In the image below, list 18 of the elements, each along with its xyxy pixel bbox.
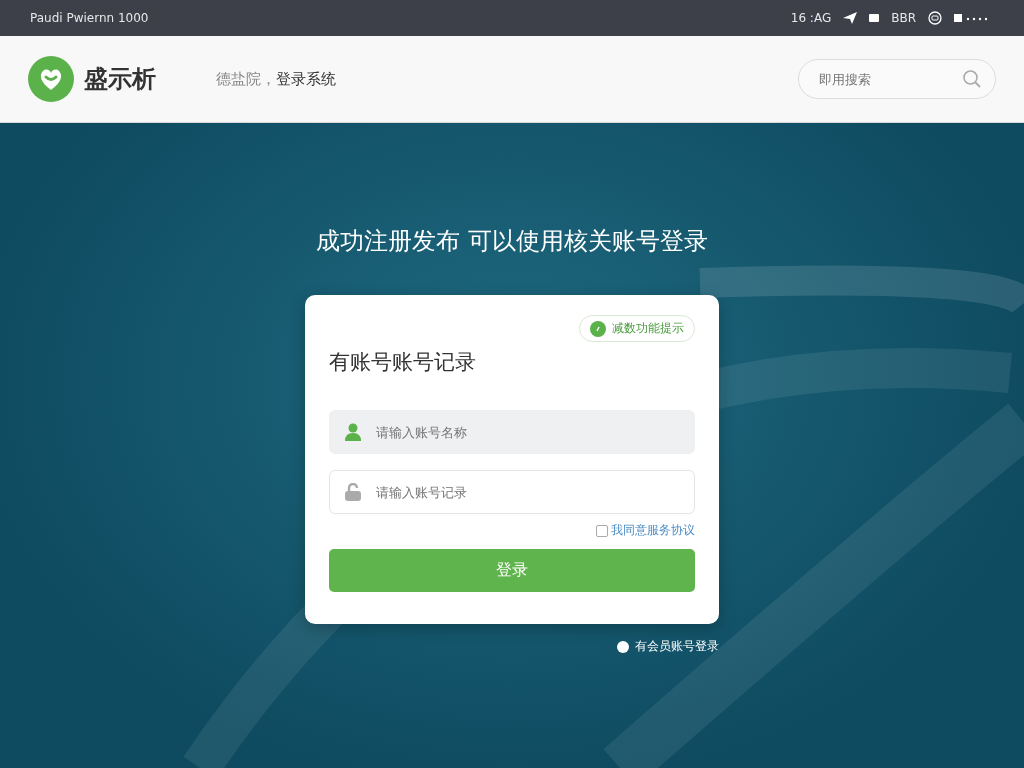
logo-text: 盛示析: [84, 64, 156, 95]
page-title: 成功注册发布 可以使用核关账号登录: [316, 226, 708, 257]
agree-checkbox[interactable]: 我同意服务协议: [596, 522, 695, 539]
search-icon[interactable]: [962, 69, 982, 89]
send-icon: [843, 12, 858, 24]
heart-logo-icon: [28, 56, 74, 102]
status-text: BBR: [891, 11, 916, 25]
header-subtitle: 德盐院，登录系统: [216, 69, 336, 89]
search-field[interactable]: 即用搜索: [798, 59, 996, 99]
check-icon: [590, 320, 606, 337]
circle-icon: [928, 11, 942, 25]
status-time: 16 :AG: [790, 11, 832, 25]
card-heading: 有账号账号记录: [329, 349, 477, 376]
status-text: Paudi Pwiernn 1000: [30, 11, 149, 25]
member-login-link[interactable]: 有会员账号登录: [617, 638, 719, 655]
login-button[interactable]: 登录: [329, 549, 695, 592]
input-field[interactable]: 请输入账号名称: [329, 410, 695, 454]
input-field[interactable]: 请输入账号记录: [329, 470, 695, 514]
